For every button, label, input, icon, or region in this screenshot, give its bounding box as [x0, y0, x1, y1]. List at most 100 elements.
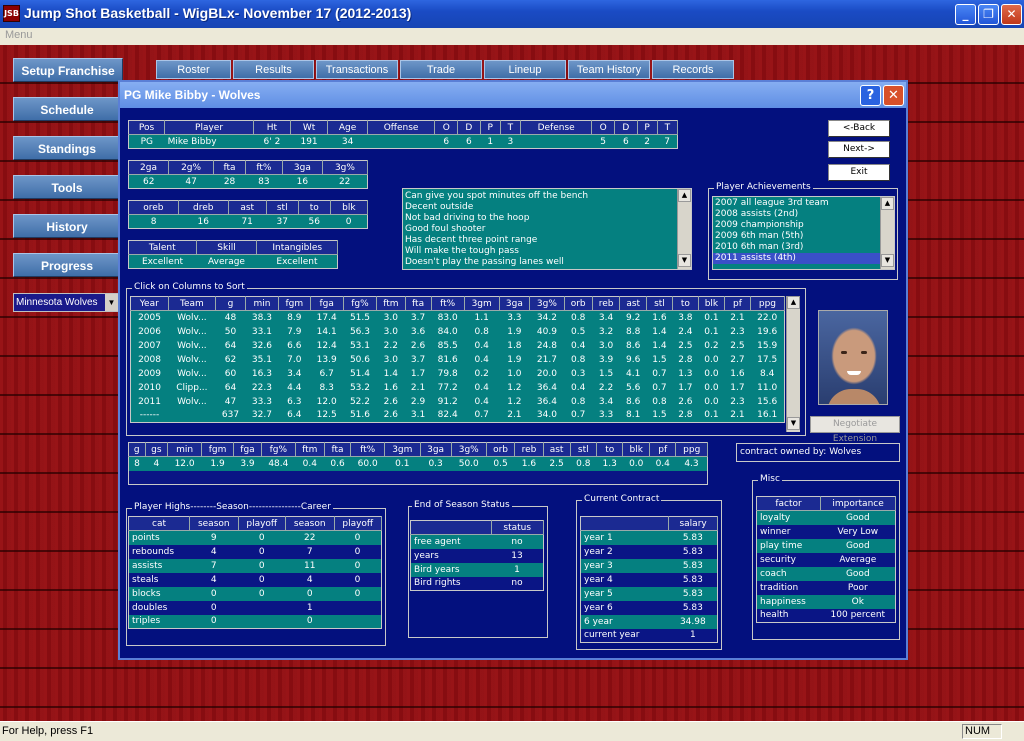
column-header[interactable]: dreb	[178, 200, 229, 215]
column-header[interactable]: 3g%	[451, 442, 487, 457]
column-header[interactable]: Pos	[128, 120, 166, 135]
sortable-column-header[interactable]: 3gm	[464, 296, 500, 311]
column-header[interactable]: Defense	[520, 120, 593, 135]
column-header[interactable]: Ht	[253, 120, 291, 135]
column-header[interactable]: blk	[622, 442, 651, 457]
column-header[interactable]: blk	[330, 200, 369, 215]
column-header[interactable]: min	[167, 442, 203, 457]
sortable-column-header[interactable]: orb	[564, 296, 593, 311]
nav-schedule-button[interactable]: Schedule	[13, 97, 121, 121]
column-header[interactable]: 3g%	[322, 160, 369, 175]
column-header[interactable]: 3ga	[420, 442, 452, 457]
close-button[interactable]: ✕	[1001, 4, 1022, 25]
exit-button[interactable]: Exit	[828, 164, 890, 181]
column-header[interactable]: oreb	[128, 200, 179, 215]
sortable-column-header[interactable]: 3ga	[499, 296, 531, 311]
column-header[interactable]: factor	[756, 496, 822, 511]
sortable-column-header[interactable]: ast	[619, 296, 647, 311]
column-header[interactable]: reb	[514, 442, 544, 457]
column-header[interactable]: 2ga	[128, 160, 170, 175]
column-header[interactable]: status	[491, 520, 544, 535]
column-header[interactable]: 2g%	[168, 160, 215, 175]
column-header[interactable]: ast	[543, 442, 571, 457]
column-header[interactable]: Skill	[196, 240, 258, 255]
sortable-column-header[interactable]: Year	[130, 296, 169, 311]
column-header[interactable]: to	[298, 200, 331, 215]
scroll-down-icon[interactable]: ▼	[678, 254, 691, 267]
column-header[interactable]: fgm	[201, 442, 235, 457]
sortable-column-header[interactable]: fta	[405, 296, 432, 311]
sortable-column-header[interactable]: ftm	[376, 296, 406, 311]
achievement-item[interactable]: 2010 6th man (3rd)	[713, 242, 894, 253]
nav-progress-button[interactable]: Progress	[13, 253, 121, 277]
column-header[interactable]: D	[614, 120, 638, 135]
minimize-button[interactable]: _	[955, 4, 976, 25]
tab-roster[interactable]: Roster	[156, 60, 231, 79]
team-select[interactable]: Minnesota Wolves ▼	[13, 293, 119, 312]
column-header[interactable]: orb	[486, 442, 516, 457]
column-header[interactable]: playoff	[238, 516, 286, 531]
chevron-down-icon[interactable]: ▼	[105, 294, 118, 311]
column-header[interactable]: pf	[649, 442, 677, 457]
column-header[interactable]: season	[285, 516, 335, 531]
column-header[interactable]: 3gm	[384, 442, 421, 457]
column-header[interactable]: fga	[233, 442, 262, 457]
column-header[interactable]	[580, 516, 670, 531]
tab-results[interactable]: Results	[233, 60, 314, 79]
column-header[interactable]: season	[189, 516, 239, 531]
tab-lineup[interactable]: Lineup	[484, 60, 566, 79]
column-header[interactable]: P	[637, 120, 658, 135]
column-header[interactable]: 3ga	[282, 160, 323, 175]
scroll-down-icon[interactable]: ▼	[881, 254, 894, 267]
sortable-column-header[interactable]: 3g%	[529, 296, 565, 311]
column-header[interactable]: Player	[164, 120, 254, 135]
column-header[interactable]: ppg	[675, 442, 708, 457]
column-header[interactable]: importance	[820, 496, 896, 511]
tab-team-history[interactable]: Team History	[568, 60, 650, 79]
column-header[interactable]: Offense	[367, 120, 436, 135]
column-header[interactable]: ast	[228, 200, 267, 215]
nav-standings-button[interactable]: Standings	[13, 136, 121, 160]
column-header[interactable]: O	[591, 120, 616, 135]
back-button[interactable]: <-Back	[828, 120, 890, 137]
column-header[interactable]: salary	[668, 516, 718, 531]
column-header[interactable]: D	[457, 120, 481, 135]
next-button[interactable]: Next->	[828, 141, 890, 158]
menu-item[interactable]: Menu	[5, 29, 33, 41]
column-header[interactable]: cat	[128, 516, 191, 531]
sortable-column-header[interactable]: fg%	[343, 296, 378, 311]
column-header[interactable]: g	[128, 442, 146, 457]
column-header[interactable]: ftm	[295, 442, 325, 457]
column-header[interactable]: gs	[145, 442, 169, 457]
column-header[interactable]: P	[480, 120, 501, 135]
column-header[interactable]: ft%	[350, 442, 386, 457]
column-header[interactable]: stl	[570, 442, 598, 457]
achievement-item[interactable]: 2008 assists (2nd)	[713, 209, 894, 220]
column-header[interactable]: Intangibles	[256, 240, 338, 255]
sortable-column-header[interactable]: ppg	[750, 296, 786, 311]
nav-setup-franchise-button[interactable]: Setup Franchise	[13, 58, 123, 82]
column-header[interactable]: Wt	[290, 120, 329, 135]
tab-transactions[interactable]: Transactions	[316, 60, 398, 79]
sortable-column-header[interactable]: pf	[724, 296, 751, 311]
sortable-column-header[interactable]: g	[215, 296, 246, 311]
column-header[interactable]	[410, 520, 492, 535]
column-header[interactable]: O	[434, 120, 459, 135]
scroll-down-icon[interactable]: ▼	[787, 417, 800, 430]
sortable-column-header[interactable]: reb	[592, 296, 621, 311]
scouting-scrollbar[interactable]: ▲ ▼	[677, 189, 691, 269]
nav-tools-button[interactable]: Tools	[13, 175, 121, 199]
column-header[interactable]: fg%	[261, 442, 296, 457]
nav-history-button[interactable]: History	[13, 214, 121, 238]
scroll-up-icon[interactable]: ▲	[678, 189, 691, 202]
sortable-column-header[interactable]: fga	[310, 296, 344, 311]
column-header[interactable]: Talent	[128, 240, 197, 255]
achievement-item[interactable]: 2009 6th man (5th)	[713, 231, 894, 242]
column-header[interactable]: fta	[324, 442, 352, 457]
column-header[interactable]: Age	[327, 120, 368, 135]
tab-trade[interactable]: Trade	[400, 60, 482, 79]
achievement-item[interactable]: 2007 all league 3rd team	[713, 198, 894, 209]
sortable-column-header[interactable]: to	[672, 296, 699, 311]
column-header[interactable]: fta	[213, 160, 246, 175]
sortable-column-header[interactable]: min	[245, 296, 280, 311]
